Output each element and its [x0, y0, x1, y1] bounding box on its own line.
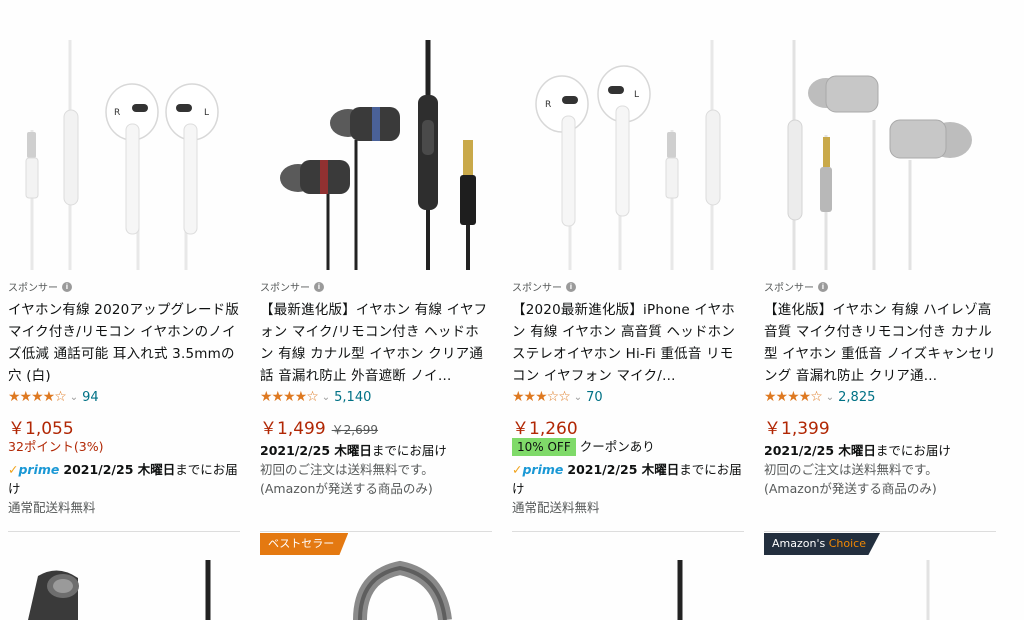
- amazon-ship-note: (Amazonが発送する商品のみ): [260, 481, 433, 496]
- coupon-text: クーポンあり: [579, 439, 655, 454]
- points: 32ポイント(3%): [8, 439, 104, 454]
- chevron-down-icon[interactable]: ⌄: [574, 392, 582, 403]
- sponsored-text: スポンサー: [764, 283, 814, 294]
- product-title[interactable]: 【2020最新進化版】iPhone イヤホン 有線 イヤホン 高音質 ヘッドホン…: [512, 299, 744, 387]
- sponsored-text: スポンサー: [512, 283, 562, 294]
- svg-text:R: R: [114, 108, 120, 118]
- product-image[interactable]: R L: [8, 0, 240, 270]
- sponsored-label: スポンサー i: [8, 279, 72, 294]
- prime-logo: prime: [522, 462, 564, 477]
- next-product-image[interactable]: [512, 556, 744, 620]
- next-product-image[interactable]: [764, 556, 996, 620]
- product-title[interactable]: イヤホン有線 2020アップグレード版 マイク付き/リモコン イヤホンのノイズ低…: [8, 299, 240, 387]
- next-product-image[interactable]: [260, 556, 492, 620]
- product-card: R L スポンサー i イヤホン有線 2020アップグレード版 マイク付き/リモ…: [8, 0, 240, 620]
- sponsored-text: スポンサー: [260, 283, 310, 294]
- rating-count[interactable]: 70: [586, 390, 603, 405]
- delivery-suffix: までにお届け: [875, 443, 951, 458]
- product-title[interactable]: 【進化版】イヤホン 有線 ハイレゾ高音質 マイク付きリモコン付き カナル型 イヤ…: [764, 299, 996, 387]
- sponsored-text: スポンサー: [8, 283, 58, 294]
- delivery-date: 2021/2/25 木曜日: [260, 443, 372, 458]
- delivery-suffix: までにお届け: [371, 443, 447, 458]
- product-card: スポンサー i 【最新進化版】イヤホン 有線 イヤフォン マイク/リモコン付き …: [260, 0, 492, 620]
- chevron-down-icon[interactable]: ⌄: [826, 392, 834, 403]
- coupon-badge[interactable]: 10% OFF: [512, 438, 576, 456]
- product-card: スポンサー i 【進化版】イヤホン 有線 ハイレゾ高音質 マイク付きリモコン付き…: [764, 0, 996, 620]
- divider: [512, 531, 744, 532]
- star-rating-icon: ★★★☆☆: [512, 389, 571, 405]
- divider: [8, 531, 240, 532]
- prime-logo: prime: [18, 462, 60, 477]
- shipping-info: 通常配送料無料: [512, 500, 600, 515]
- first-order-note: 初回のご注文は送料無料です。: [764, 462, 938, 477]
- product-image[interactable]: [764, 0, 996, 270]
- rating[interactable]: ★★★★☆ ⌄ 5,140: [260, 389, 371, 405]
- delivery-info: ✓prime 2021/2/25 木曜日までにお届け: [512, 460, 744, 498]
- rating[interactable]: ★★★★☆ ⌄ 2,825: [764, 389, 875, 405]
- next-product-image[interactable]: [8, 556, 240, 620]
- price[interactable]: ￥1,055: [8, 414, 74, 439]
- amazon-ship-note: (Amazonが発送する商品のみ): [764, 481, 937, 496]
- current-price[interactable]: ￥1,055: [8, 414, 74, 439]
- star-rating-icon: ★★★★☆: [8, 389, 67, 405]
- current-price[interactable]: ￥1,499: [260, 414, 326, 439]
- prime-check-icon: ✓: [8, 462, 19, 477]
- star-rating-icon: ★★★★☆: [260, 389, 319, 405]
- info-icon[interactable]: i: [62, 281, 72, 292]
- search-results-grid: R L スポンサー i イヤホン有線 2020アップグレード版 マイク付き/リモ…: [0, 0, 1024, 620]
- delivery-info: ✓prime 2021/2/25 木曜日までにお届け: [8, 460, 240, 498]
- sponsored-label: スポンサー i: [764, 279, 828, 294]
- star-rating-icon: ★★★★☆: [764, 389, 823, 405]
- info-icon[interactable]: i: [818, 281, 828, 292]
- product-card: R L スポンサー i 【2020最新進化版】iPhone イヤホン 有線 イヤ…: [512, 0, 744, 620]
- shipping-info: 通常配送料無料: [8, 500, 96, 515]
- delivery-date: 2021/2/25 木曜日: [63, 462, 176, 477]
- chevron-down-icon[interactable]: ⌄: [322, 392, 330, 403]
- chevron-down-icon[interactable]: ⌄: [70, 392, 78, 403]
- sponsored-label: スポンサー i: [512, 279, 576, 294]
- svg-text:L: L: [204, 108, 209, 118]
- badge-prefix: Amazon's: [772, 537, 826, 550]
- best-seller-badge[interactable]: ベストセラー: [260, 533, 349, 555]
- delivery-date: 2021/2/25 木曜日: [567, 462, 680, 477]
- delivery-info: 2021/2/25 木曜日までにお届け: [764, 441, 996, 460]
- delivery-info: 2021/2/25 木曜日までにお届け: [260, 441, 492, 460]
- info-icon[interactable]: i: [566, 281, 576, 292]
- info-icon[interactable]: i: [314, 281, 324, 292]
- coupon-info[interactable]: 10% OFF クーポンあり: [512, 437, 744, 456]
- current-price[interactable]: ￥1,399: [764, 414, 830, 439]
- price[interactable]: ￥1,260: [512, 414, 578, 439]
- product-image[interactable]: [260, 0, 492, 270]
- rating-count[interactable]: 2,825: [838, 390, 875, 405]
- divider: [764, 531, 996, 532]
- divider: [260, 531, 492, 532]
- delivery-date: 2021/2/25 木曜日: [764, 443, 876, 458]
- badge-accent: Choice: [828, 537, 866, 550]
- rating[interactable]: ★★★☆☆ ⌄ 70: [512, 389, 603, 405]
- rating-count[interactable]: 94: [82, 390, 99, 405]
- prime-check-icon: ✓: [512, 462, 523, 477]
- sponsored-label: スポンサー i: [260, 279, 324, 294]
- rating[interactable]: ★★★★☆ ⌄ 94: [8, 389, 99, 405]
- product-image[interactable]: R L: [512, 0, 744, 270]
- price[interactable]: ￥1,399: [764, 414, 830, 439]
- price[interactable]: ￥1,499 ￥2,699: [260, 414, 378, 439]
- first-order-note: 初回のご注文は送料無料です。: [260, 462, 434, 477]
- product-title[interactable]: 【最新進化版】イヤホン 有線 イヤフォン マイク/リモコン付き ヘッドホン 有線…: [260, 299, 492, 387]
- rating-count[interactable]: 5,140: [334, 390, 371, 405]
- current-price[interactable]: ￥1,260: [512, 414, 578, 439]
- list-price: ￥2,699: [331, 423, 379, 437]
- svg-text:R: R: [545, 100, 551, 110]
- svg-text:L: L: [634, 90, 639, 100]
- amazons-choice-badge[interactable]: Amazon's Choice: [764, 533, 880, 555]
